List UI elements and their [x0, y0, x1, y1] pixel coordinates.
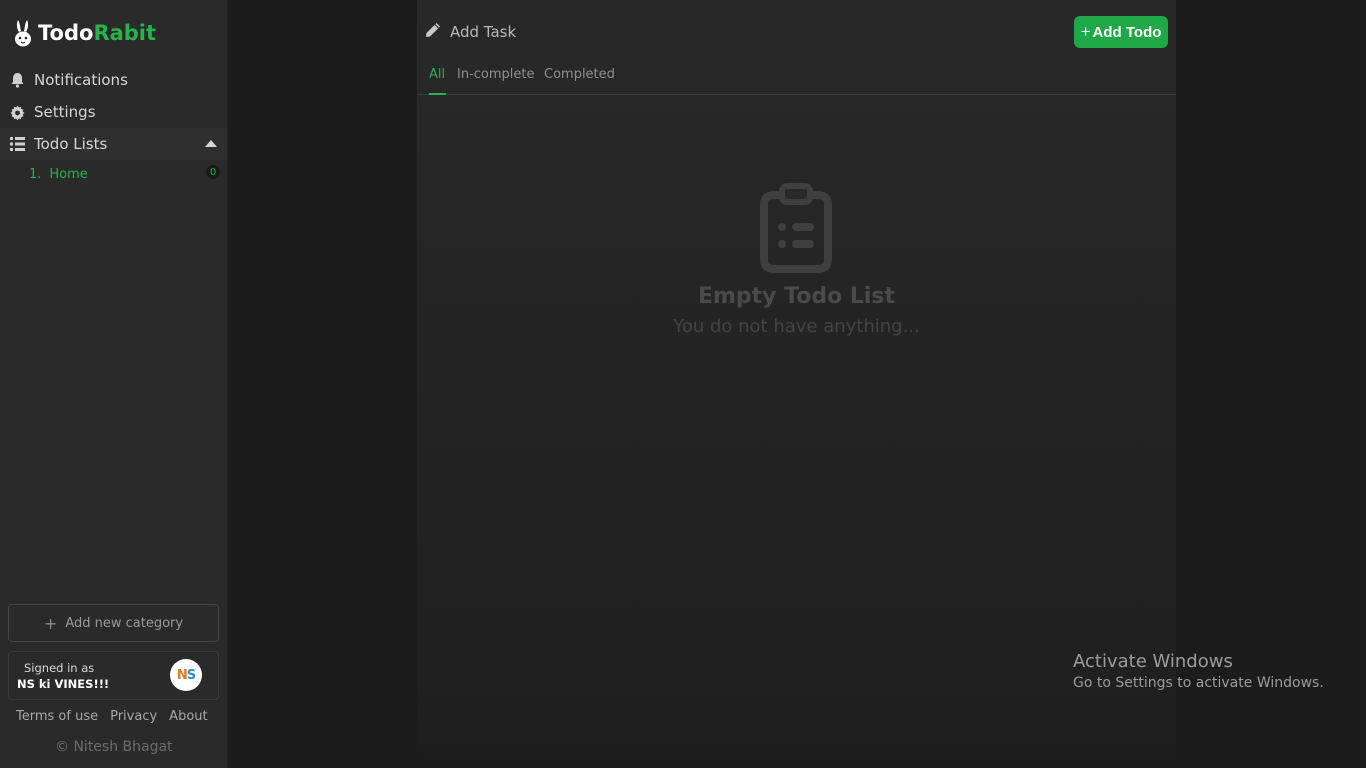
brand-rabit: Rabit [93, 21, 157, 45]
caret-up-icon[interactable] [205, 140, 217, 147]
clipboard-list-icon [760, 183, 832, 273]
avatar-letter-s: S [186, 667, 196, 683]
gear-icon [9, 104, 25, 120]
empty-state-subtitle: You do not have anything... [673, 316, 920, 337]
list-icon [9, 136, 25, 152]
activate-windows-watermark: Activate Windows Go to Settings to activ… [1073, 651, 1324, 691]
pencil-icon [425, 22, 441, 42]
list-item-count-badge: 0 [206, 165, 220, 179]
privacy-link[interactable]: Privacy [110, 709, 157, 724]
sidebar: Todo Rabit Notifications Settings Todo Li… [0, 0, 228, 768]
plus-icon: + [43, 613, 58, 633]
empty-state-title: Empty Todo List [697, 284, 896, 309]
list-item-number: 1. [29, 166, 42, 182]
plus-icon: + [1080, 22, 1091, 41]
brand-todo: Todo [38, 21, 94, 45]
copyright: © Nitesh Bhagat [55, 739, 173, 755]
sidebar-item-todo-lists[interactable]: Todo Lists [0, 128, 227, 160]
user-card[interactable]: Signed in as NS ki VINES!!! NS [8, 651, 219, 700]
list-item-home[interactable]: 1. Home 0 [0, 163, 227, 185]
sidebar-item-label: Todo Lists [34, 135, 108, 153]
sidebar-item-notifications[interactable]: Notifications [0, 64, 227, 96]
sidebar-item-settings[interactable]: Settings [0, 96, 227, 128]
watermark-subtitle: Go to Settings to activate Windows. [1073, 675, 1324, 691]
main-panel: Add Task + Add Todo All In-complete Comp… [417, 0, 1176, 768]
user-name: NS ki VINES!!! [17, 677, 110, 691]
app-logo[interactable]: Todo Rabit [12, 16, 156, 50]
list-item-name: Home [49, 166, 88, 182]
avatar-letter-n: N [176, 667, 188, 683]
tab-incomplete[interactable]: In-complete [457, 66, 535, 95]
add-category-label: Add new category [65, 615, 184, 631]
footer-links: Terms of use Privacy About [16, 709, 208, 724]
add-task-input[interactable]: Add Task [425, 20, 516, 44]
bell-icon [9, 72, 25, 88]
terms-link[interactable]: Terms of use [16, 709, 98, 724]
about-link[interactable]: About [169, 709, 207, 724]
tab-all[interactable]: All [429, 66, 446, 95]
add-task-placeholder: Add Task [450, 23, 517, 41]
sidebar-item-label: Notifications [34, 71, 128, 89]
rabbit-icon [15, 20, 31, 47]
filter-tabs: All In-complete Completed [417, 66, 1176, 95]
add-category-button[interactable]: + Add new category [8, 604, 219, 642]
tab-completed[interactable]: Completed [544, 66, 615, 95]
signed-in-label: Signed in as [24, 661, 95, 675]
add-todo-label: Add Todo [1092, 23, 1162, 41]
avatar[interactable]: NS [170, 659, 202, 691]
add-todo-button[interactable]: + Add Todo [1074, 16, 1168, 48]
watermark-title: Activate Windows [1073, 651, 1233, 672]
sidebar-item-label: Settings [34, 103, 96, 121]
